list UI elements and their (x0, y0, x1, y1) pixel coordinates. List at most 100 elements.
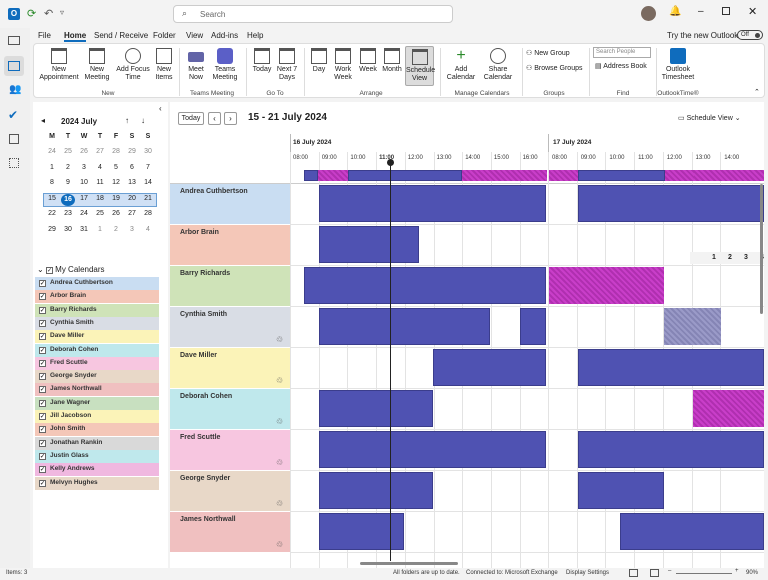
minical-day[interactable]: 16 (61, 193, 75, 206)
menu-help[interactable]: Help (247, 31, 263, 40)
search-people-input[interactable]: Search People (593, 47, 651, 58)
appointment-block[interactable] (319, 390, 433, 427)
appointment-block[interactable] (578, 472, 664, 509)
day-view-button[interactable]: Day (308, 48, 330, 74)
calendar-checkbox[interactable]: ✓ (39, 280, 46, 287)
avatar[interactable] (641, 6, 656, 21)
my-calendars-header[interactable]: ⌄ ✓ My Calendars (37, 265, 105, 274)
appointment-block[interactable] (620, 513, 764, 550)
next-week-button[interactable]: › (224, 112, 237, 125)
minical-day[interactable]: 2 (61, 164, 75, 171)
calendar-checkbox[interactable]: ✓ (39, 319, 46, 327)
minical-day[interactable]: 29 (45, 226, 59, 233)
appointment-block[interactable] (319, 513, 404, 550)
zoom-in-icon[interactable]: + (735, 568, 739, 574)
minical-day[interactable]: 7 (141, 164, 155, 171)
minical-day[interactable]: 5 (109, 164, 123, 171)
appointment-block[interactable] (304, 267, 546, 304)
calendar-checkbox[interactable]: ✓ (39, 306, 46, 314)
view-selector[interactable]: ▭ Schedule View ⌄ (678, 114, 741, 122)
menu-home[interactable]: Home (64, 31, 87, 42)
minical-day[interactable]: 11 (93, 179, 107, 186)
appointment-block[interactable] (319, 185, 546, 222)
zoom-slider[interactable] (676, 573, 732, 574)
appointment-block[interactable] (319, 431, 546, 468)
today-ribbon-button[interactable]: Today (250, 48, 274, 74)
calendar-checkbox[interactable]: ✓ (39, 439, 46, 447)
calendar-list-item[interactable]: ✓ James Northwall (35, 383, 159, 397)
collapse-ribbon-icon[interactable]: ⌃ (754, 88, 760, 96)
calendar-icon[interactable] (4, 56, 24, 76)
minical-day[interactable]: 10 (77, 179, 91, 186)
work-week-button[interactable]: Work Week (330, 48, 356, 82)
appointment-block[interactable] (319, 308, 490, 345)
minical-day[interactable]: 24 (77, 210, 91, 217)
calendar-checkbox[interactable]: ✓ (39, 479, 46, 487)
calendar-list-item[interactable]: ✓ Kelly Andrews (35, 463, 159, 477)
browse-groups-button[interactable]: ⚇ Browse Groups (526, 64, 582, 72)
menu-view[interactable]: View (186, 31, 203, 40)
add-calendar-button[interactable]: + Add Calendar (444, 48, 478, 82)
menu-send-receive[interactable]: Send / Receive (94, 31, 148, 40)
schedule-view-button[interactable]: Schedule View (405, 46, 435, 86)
mail-icon[interactable] (8, 36, 20, 45)
appointment-block[interactable] (319, 226, 419, 263)
menu-file[interactable]: File (38, 31, 51, 40)
try-new-outlook-toggle[interactable]: Off (737, 30, 763, 40)
minical-day[interactable]: 3 (125, 226, 139, 233)
zoom-out-icon[interactable]: – (668, 568, 671, 574)
minical-day[interactable]: 27 (125, 210, 139, 217)
minical-day[interactable]: 17 (77, 195, 91, 202)
calendar-checkbox[interactable]: ✓ (39, 413, 46, 420)
notes-icon[interactable] (9, 134, 19, 144)
normal-view-icon[interactable] (629, 569, 638, 577)
todo-icon[interactable]: ✔ (8, 108, 18, 122)
minical-day[interactable]: 2 (109, 226, 123, 233)
next-7-days-button[interactable]: Next 7 Days (274, 48, 300, 82)
minical-day[interactable]: 20 (125, 195, 139, 202)
page-number[interactable]: 2 (728, 254, 732, 261)
minical-day[interactable]: 12 (109, 179, 123, 186)
appointment-block[interactable] (578, 349, 764, 386)
calendar-list-item[interactable]: ✓ Cynthia Smith (35, 316, 159, 330)
new-meeting-button[interactable]: New Meeting (80, 48, 114, 82)
calendar-checkbox[interactable]: ✓ (39, 333, 46, 341)
customize-toolbar-icon[interactable]: ▿ (60, 8, 64, 17)
calendar-list-item[interactable]: ✓ Jane Wagner (35, 396, 159, 410)
calendar-checkbox[interactable]: ✓ (39, 373, 46, 381)
calendar-list-item[interactable]: ✓ Dave Miller (35, 330, 159, 344)
calendar-checkbox[interactable]: ✓ (39, 466, 46, 474)
minical-day[interactable]: 28 (109, 148, 123, 155)
calendar-list-item[interactable]: ✓ Fred Scuttle (35, 356, 159, 370)
appointment-block[interactable] (578, 431, 764, 468)
calendar-list-item[interactable]: ✓ Justin Glass (35, 449, 159, 463)
calendar-list-item[interactable]: ✓ Andrea Cuthbertson (35, 277, 159, 290)
minical-up-icon[interactable]: ↑ (125, 116, 129, 125)
minical-day[interactable]: 22 (45, 210, 59, 217)
prev-week-button[interactable]: ‹ (208, 112, 221, 125)
my-calendars-checkbox[interactable]: ✓ (45, 267, 53, 274)
minical-day[interactable]: 26 (109, 210, 123, 217)
vertical-scrollbar[interactable] (760, 184, 763, 314)
appointment-block[interactable] (664, 308, 721, 345)
minical-day[interactable]: 4 (93, 164, 107, 171)
minical-down-icon[interactable]: ↓ (141, 116, 145, 125)
minical-day[interactable]: 1 (45, 164, 59, 171)
calendar-list-item[interactable]: ✓ John Smith (35, 423, 159, 437)
minical-day[interactable]: 23 (61, 210, 75, 217)
page-number[interactable]: 3 (744, 254, 748, 261)
calendar-list-item[interactable]: ✓ Jonathan Rankin (35, 436, 159, 450)
minical-day[interactable]: 31 (77, 226, 91, 233)
minical-day[interactable]: 25 (61, 148, 75, 155)
calendar-checkbox[interactable]: ✓ (39, 452, 46, 460)
calendar-checkbox[interactable]: ✓ (39, 359, 46, 367)
calendar-checkbox[interactable]: ✓ (39, 346, 46, 354)
minical-day[interactable]: 4 (141, 226, 155, 233)
calendar-list-item[interactable]: ✓ Arbor Brain (35, 290, 159, 304)
page-number[interactable]: 1 (712, 254, 716, 261)
add-focus-time-button[interactable]: Add Focus Time (114, 48, 152, 82)
search-box[interactable]: ⌕ Search (173, 5, 453, 23)
menu-folder[interactable]: Folder (153, 31, 176, 40)
new-items-button[interactable]: New Items (150, 48, 178, 82)
minical-day[interactable]: 30 (141, 148, 155, 155)
